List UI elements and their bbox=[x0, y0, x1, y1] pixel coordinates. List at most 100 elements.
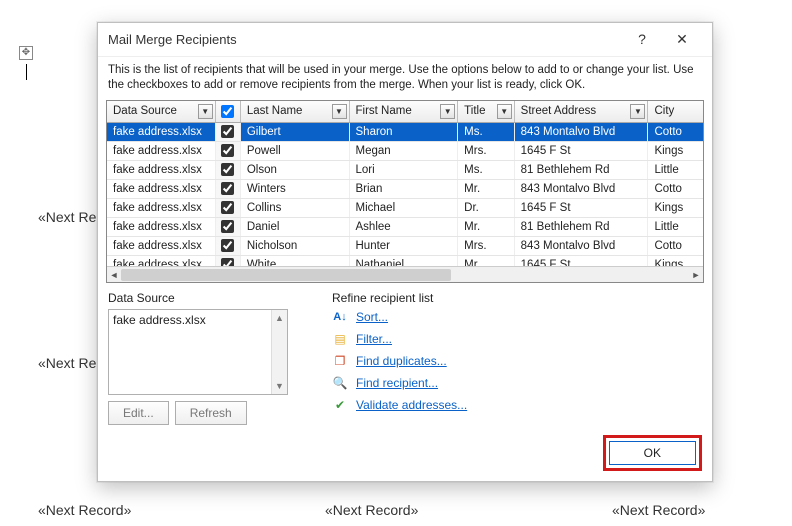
refine-sort-link[interactable]: Sort... bbox=[356, 310, 388, 324]
include-checkbox[interactable] bbox=[221, 182, 234, 195]
scroll-down-icon[interactable]: ▼ bbox=[272, 378, 287, 394]
cell-last-name: Daniel bbox=[241, 218, 350, 236]
refine-sort[interactable]: A↓ Sort... bbox=[332, 309, 702, 325]
refine-panel: Refine recipient list A↓ Sort... ▤ Filte… bbox=[332, 291, 702, 425]
column-header-first-name[interactable]: First Name ▼ bbox=[350, 101, 459, 122]
table-anchor-icon[interactable]: ✥ bbox=[19, 46, 33, 60]
dialog-footer: OK bbox=[98, 427, 712, 481]
chevron-down-icon[interactable]: ▼ bbox=[497, 104, 512, 119]
cell-include[interactable] bbox=[216, 142, 241, 160]
ok-button[interactable]: OK bbox=[609, 441, 696, 465]
scroll-left-icon[interactable]: ◄ bbox=[107, 267, 121, 283]
cell-street: 81 Bethlehem Rd bbox=[515, 161, 649, 179]
table-row[interactable]: fake address.xlsxWhiteNathanielMr.1645 F… bbox=[107, 256, 703, 266]
text-cursor bbox=[26, 64, 27, 80]
cell-data-source: fake address.xlsx bbox=[107, 161, 216, 179]
cell-include[interactable] bbox=[216, 218, 241, 236]
cell-first-name: Ashlee bbox=[350, 218, 459, 236]
column-header-label: City bbox=[654, 105, 674, 117]
refine-filter[interactable]: ▤ Filter... bbox=[332, 331, 702, 347]
table-row[interactable]: fake address.xlsxNicholsonHunterMrs.843 … bbox=[107, 237, 703, 256]
cell-title: Ms. bbox=[458, 123, 514, 141]
cell-street: 843 Montalvo Blvd bbox=[515, 237, 649, 255]
column-header-last-name[interactable]: Last Name ▼ bbox=[241, 101, 350, 122]
cell-data-source: fake address.xlsx bbox=[107, 180, 216, 198]
data-source-item[interactable]: fake address.xlsx bbox=[113, 313, 206, 327]
include-checkbox[interactable] bbox=[221, 220, 234, 233]
refine-filter-link[interactable]: Filter... bbox=[356, 332, 392, 346]
cell-street: 81 Bethlehem Rd bbox=[515, 218, 649, 236]
refine-find-duplicates-link[interactable]: Find duplicates... bbox=[356, 354, 447, 368]
cell-first-name: Sharon bbox=[350, 123, 459, 141]
grid-horizontal-scrollbar[interactable]: ◄ ► bbox=[107, 266, 703, 282]
cell-title: Mr. bbox=[458, 180, 514, 198]
refine-find-recipient-link[interactable]: Find recipient... bbox=[356, 376, 438, 390]
table-row[interactable]: fake address.xlsxGilbertSharonMs.843 Mon… bbox=[107, 123, 703, 142]
refresh-button[interactable]: Refresh bbox=[175, 401, 247, 425]
cell-last-name: Nicholson bbox=[241, 237, 350, 255]
cell-first-name: Nathaniel bbox=[350, 256, 459, 266]
table-row[interactable]: fake address.xlsxCollinsMichaelDr.1645 F… bbox=[107, 199, 703, 218]
include-checkbox[interactable] bbox=[221, 144, 234, 157]
table-row[interactable]: fake address.xlsxPowellMeganMrs.1645 F S… bbox=[107, 142, 703, 161]
cell-include[interactable] bbox=[216, 161, 241, 179]
close-button[interactable]: ✕ bbox=[662, 31, 702, 48]
table-row[interactable]: fake address.xlsxOlsonLoriMs.81 Bethlehe… bbox=[107, 161, 703, 180]
column-header-street[interactable]: Street Address ▼ bbox=[515, 101, 649, 122]
scroll-thumb[interactable] bbox=[121, 269, 451, 281]
include-checkbox[interactable] bbox=[221, 201, 234, 214]
refine-label: Refine recipient list bbox=[332, 291, 702, 305]
chevron-down-icon[interactable]: ▼ bbox=[440, 104, 455, 119]
column-header-title[interactable]: Title ▼ bbox=[458, 101, 514, 122]
cell-include[interactable] bbox=[216, 199, 241, 217]
cell-include[interactable] bbox=[216, 237, 241, 255]
data-source-list[interactable]: fake address.xlsx ▲ ▼ bbox=[108, 309, 288, 395]
refine-validate-link[interactable]: Validate addresses... bbox=[356, 398, 467, 412]
scroll-right-icon[interactable]: ► bbox=[689, 267, 703, 283]
include-checkbox[interactable] bbox=[221, 125, 234, 138]
cell-data-source: fake address.xlsx bbox=[107, 237, 216, 255]
data-source-panel: Data Source fake address.xlsx ▲ ▼ Edit..… bbox=[108, 291, 308, 425]
column-header-label: Data Source bbox=[113, 105, 177, 117]
data-source-scrollbar[interactable]: ▲ ▼ bbox=[271, 310, 287, 394]
cell-city: Kings bbox=[648, 142, 703, 160]
column-header-city[interactable]: City bbox=[648, 101, 703, 122]
scroll-up-icon[interactable]: ▲ bbox=[272, 310, 287, 326]
edit-button[interactable]: Edit... bbox=[108, 401, 169, 425]
ok-highlight: OK bbox=[603, 435, 702, 471]
include-checkbox[interactable] bbox=[221, 258, 234, 266]
refine-validate[interactable]: ✔ Validate addresses... bbox=[332, 397, 702, 413]
include-checkbox[interactable] bbox=[221, 163, 234, 176]
cell-street: 1645 F St bbox=[515, 199, 649, 217]
cell-last-name: Powell bbox=[241, 142, 350, 160]
cell-data-source: fake address.xlsx bbox=[107, 218, 216, 236]
cell-data-source: fake address.xlsx bbox=[107, 256, 216, 266]
validate-icon: ✔ bbox=[332, 397, 348, 413]
next-record-field: «Next Record» bbox=[612, 502, 705, 518]
column-header-include[interactable] bbox=[216, 101, 241, 122]
cell-data-source: fake address.xlsx bbox=[107, 199, 216, 217]
column-header-label: First Name bbox=[356, 105, 412, 117]
cell-city: Cotto bbox=[648, 123, 703, 141]
cell-include[interactable] bbox=[216, 180, 241, 198]
cell-street: 843 Montalvo Blvd bbox=[515, 180, 649, 198]
cell-city: Kings bbox=[648, 199, 703, 217]
include-checkbox[interactable] bbox=[221, 239, 234, 252]
cell-title: Mrs. bbox=[458, 142, 514, 160]
cell-include[interactable] bbox=[216, 123, 241, 141]
column-header-data-source[interactable]: Data Source ▼ bbox=[107, 101, 216, 122]
chevron-down-icon[interactable]: ▼ bbox=[332, 104, 347, 119]
cell-first-name: Michael bbox=[350, 199, 459, 217]
chevron-down-icon[interactable]: ▼ bbox=[198, 104, 213, 119]
refine-find-duplicates[interactable]: ❐ Find duplicates... bbox=[332, 353, 702, 369]
table-row[interactable]: fake address.xlsxWintersBrianMr.843 Mont… bbox=[107, 180, 703, 199]
cell-street: 1645 F St bbox=[515, 142, 649, 160]
table-row[interactable]: fake address.xlsxDanielAshleeMr.81 Bethl… bbox=[107, 218, 703, 237]
refine-find-recipient[interactable]: 🔍 Find recipient... bbox=[332, 375, 702, 391]
cell-title: Ms. bbox=[458, 161, 514, 179]
chevron-down-icon[interactable]: ▼ bbox=[630, 104, 645, 119]
help-button[interactable]: ? bbox=[622, 31, 662, 47]
select-all-checkbox[interactable] bbox=[221, 105, 234, 118]
cell-include[interactable] bbox=[216, 256, 241, 266]
cell-city: Cotto bbox=[648, 237, 703, 255]
